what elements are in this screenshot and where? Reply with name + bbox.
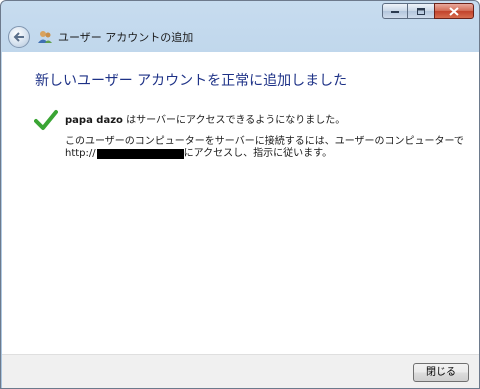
window-title: ユーザー アカウントの追加 [58, 31, 194, 44]
minimize-button[interactable] [382, 3, 408, 19]
url-suffix: にアクセスし、指示に従います。 [183, 148, 333, 159]
caption-buttons [382, 3, 474, 19]
back-button[interactable] [8, 26, 30, 48]
page-heading: 新しいユーザー アカウントを正常に追加しました [35, 73, 348, 89]
navigation-bar: ユーザー アカウントの追加 [2, 23, 479, 51]
close-icon [449, 6, 459, 16]
close-button[interactable]: 閉じる [413, 363, 469, 382]
wizard-content: 新しいユーザー アカウントを正常に追加しました papa dazo はサーバーに… [2, 52, 479, 354]
instruction-text: このユーザーのコンピューターをサーバーに接続するには、ユーザーのコンピューターで [65, 136, 464, 147]
url-prefix: http:// [65, 148, 96, 159]
server-url-line: http:// にアクセスし、指示に従います。 [65, 148, 465, 160]
username: papa dazo [65, 115, 123, 126]
footer-bar: 閉じる [2, 354, 479, 388]
window-close-button[interactable] [434, 3, 474, 19]
back-arrow-icon [13, 32, 24, 42]
status-message: papa dazo はサーバーにアクセスできるようになりました。 [65, 111, 345, 126]
connect-instructions: このユーザーのコンピューターをサーバーに接続するには、ユーザーのコンピューターで… [65, 136, 465, 160]
users-icon [37, 29, 53, 45]
checkmark-icon [34, 110, 58, 130]
wizard-window: ユーザー アカウントの追加 新しいユーザー アカウントを正常に追加しました pa… [0, 0, 480, 389]
status-text: はサーバーにアクセスできるようになりました。 [122, 115, 346, 126]
maximize-button[interactable] [408, 3, 434, 19]
minimize-icon [391, 11, 399, 13]
redacted-url [96, 149, 184, 159]
maximize-icon [417, 7, 425, 15]
